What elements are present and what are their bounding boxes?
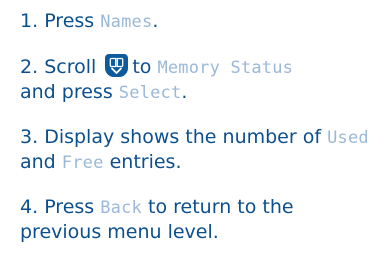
step-3-text-display-shows: Display shows the number of: [44, 126, 328, 148]
used-display-label: Used: [327, 128, 369, 148]
step-2-period: .: [181, 81, 188, 103]
select-display-label: Select: [118, 83, 182, 103]
step-3-number: 3.: [20, 126, 39, 148]
step-1-period: .: [152, 10, 159, 32]
free-display-label: Free: [61, 153, 104, 173]
step-3: 3. Display shows the number of Used and …: [20, 125, 385, 175]
back-display-label: Back: [100, 198, 142, 218]
step-3-text-entries: entries.: [103, 151, 182, 173]
step-2-text-scroll: Scroll: [44, 56, 103, 78]
step-4-text-press: Press: [44, 196, 101, 218]
step-3-line-2: and Free entries.: [20, 150, 385, 175]
step-1: 1. Press Names.: [20, 9, 385, 34]
names-display-label: Names: [100, 12, 153, 32]
step-4-line-1: 4. Press Back to return to the: [20, 195, 385, 220]
step-4: 4. Press Back to return to the previous …: [20, 195, 385, 244]
step-2-number: 2.: [20, 56, 39, 78]
step-2-line-2: and press Select.: [20, 80, 385, 105]
step-1-number: 1.: [20, 10, 39, 32]
step-2-line-1: 2. Scroll to Memory Status: [20, 54, 385, 80]
memory-status-display-label: Memory Status: [157, 58, 294, 78]
step-1-text-press: Press: [44, 10, 101, 32]
step-4-line-2: previous menu level.: [20, 220, 385, 244]
instruction-steps: 1. Press Names. 2. Scroll to Memory Stat…: [20, 9, 385, 244]
step-2: 2. Scroll to Memory Status and press Sel…: [20, 54, 385, 105]
phonebook-scroll-key-icon: [105, 54, 129, 77]
step-4-text-return: to return to the: [141, 196, 294, 218]
step-3-line-1: 3. Display shows the number of Used: [20, 125, 385, 150]
step-4-text-previous: previous menu level.: [20, 221, 219, 243]
step-4-number: 4.: [20, 196, 39, 218]
step-2-text-and-press: and press: [20, 81, 119, 103]
step-2-text-to: to: [132, 56, 158, 78]
step-3-text-and: and: [20, 151, 62, 173]
